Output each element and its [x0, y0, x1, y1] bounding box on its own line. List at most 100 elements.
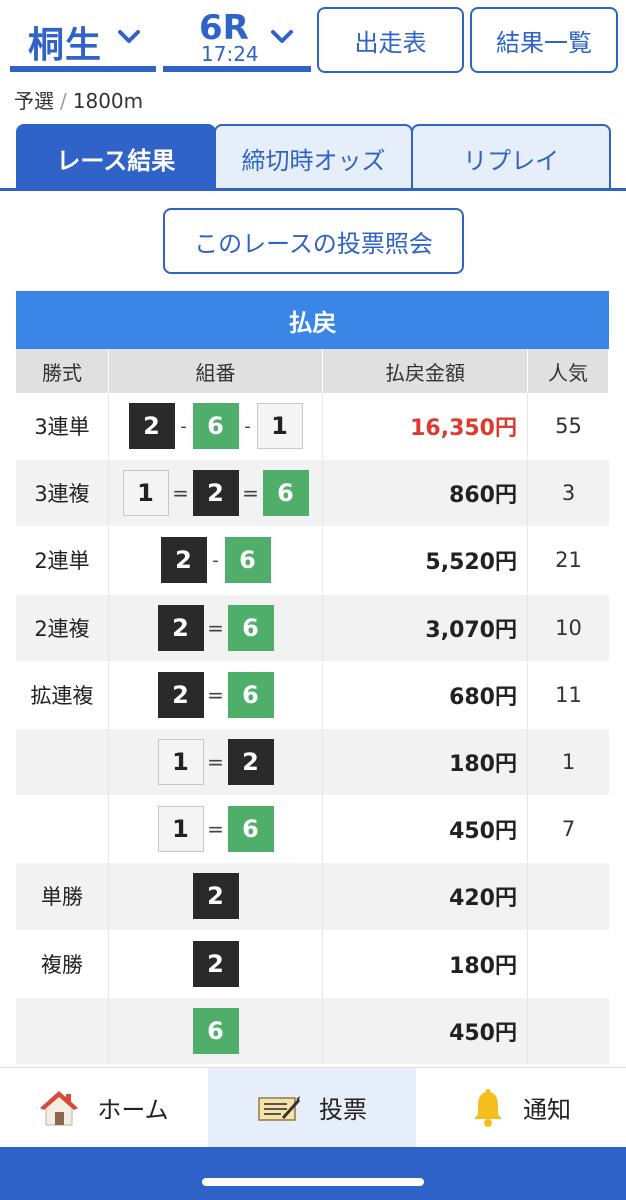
boat-number-badge: 6 — [227, 604, 274, 651]
nav-home[interactable]: ホーム — [0, 1068, 208, 1147]
header-payout-amount: 払戻金額 — [323, 349, 528, 393]
race-info-separator: / — [60, 89, 67, 113]
boat-number-badge: 6 — [262, 470, 309, 517]
nav-vote[interactable]: 投票 — [208, 1068, 416, 1147]
payout-amount-cell: 420円 — [323, 863, 528, 930]
house-icon — [40, 1090, 79, 1125]
boat-number-badge: 2 — [227, 739, 274, 786]
popularity-cell — [528, 998, 609, 1064]
bet-type-cell: 2連複 — [16, 594, 109, 661]
nav-notify-label: 通知 — [523, 1096, 571, 1124]
combination-connector: = — [207, 615, 224, 640]
payout-amount-cell: 180円 — [323, 930, 528, 997]
popularity-cell — [528, 931, 609, 997]
tab-bar: レース結果 締切時オッズ リプレイ — [16, 124, 612, 190]
combination-cell: 2-6-1 — [109, 393, 323, 460]
boat-number-badge: 6 — [227, 671, 274, 718]
boat-number-badge: 1 — [256, 403, 303, 450]
boat-number-badge: 2 — [157, 671, 204, 718]
tab-race-result[interactable]: レース結果 — [16, 124, 216, 190]
popularity-cell: 3 — [561, 481, 576, 506]
vote-inquiry-button[interactable]: このレースの投票照会 — [163, 208, 464, 274]
nav-notify[interactable]: 通知 — [416, 1068, 626, 1147]
table-row: 単勝 2 420円 — [16, 863, 609, 931]
table-row: 6 450円 — [16, 997, 609, 1065]
ticket-icon — [258, 1095, 301, 1121]
combination-connector: = — [172, 481, 189, 506]
payout-amount-cell: 680円 — [323, 661, 528, 728]
combination-connector: - — [244, 415, 251, 437]
boat-number-badge: 2 — [157, 604, 204, 651]
combination-connector: = — [242, 481, 259, 506]
combination-cell: 2-6 — [109, 527, 323, 594]
results-list-button[interactable]: 結果一覧 — [470, 7, 618, 73]
race-time: 17:24 — [201, 42, 259, 66]
boat-number-badge: 2 — [192, 873, 239, 920]
payout-amount-cell: 860円 — [323, 460, 528, 527]
payout-amount-cell: 450円 — [323, 796, 528, 863]
table-row: 3連複 1 = 2 = 6 860円 3 — [16, 460, 609, 528]
header-bet-type: 勝式 — [16, 349, 109, 393]
payout-table-title: 払戻 — [16, 291, 609, 349]
popularity-cell — [528, 863, 609, 929]
boat-number-badge: 1 — [157, 806, 204, 853]
combination-cell: 2 = 6 — [109, 661, 323, 728]
bet-type-cell — [16, 997, 109, 1064]
table-row: 拡連複 2 = 6 680円 11 — [16, 661, 609, 729]
boat-number-badge: 1 — [122, 470, 169, 517]
racecard-button[interactable]: 出走表 — [317, 7, 464, 73]
bet-type-cell: 拡連複 — [16, 661, 109, 728]
venue-selector[interactable]: 桐生 — [10, 8, 156, 72]
combination-cell: 2 — [109, 930, 323, 997]
combination-connector: = — [207, 682, 224, 707]
popularity-cell: 10 — [555, 615, 582, 640]
header-popularity: 人気 — [528, 349, 609, 393]
bet-type-cell: 2連単 — [16, 527, 109, 594]
venue-name: 桐生 — [28, 25, 103, 66]
combination-cell: 2 = 6 — [109, 594, 323, 661]
bet-type-cell: 単勝 — [16, 863, 109, 930]
payout-amount-cell: 5,520円 — [323, 527, 528, 594]
table-row: 3連単 2-6-1 16,350円 55 — [16, 393, 609, 461]
payout-amount-cell: 3,070円 — [323, 594, 528, 661]
combination-cell: 1 = 2 = 6 — [109, 460, 323, 527]
popularity-cell: 1 — [561, 750, 576, 775]
boat-number-badge: 6 — [227, 806, 274, 853]
table-row: 2連単 2-6 5,520円 21 — [16, 527, 609, 595]
boat-number-badge: 2 — [192, 940, 239, 987]
boat-number-badge: 6 — [224, 537, 271, 584]
combination-cell: 2 — [109, 863, 323, 930]
payout-amount-cell: 180円 — [323, 728, 528, 796]
table-row: 1 = 2 180円 1 — [16, 728, 609, 797]
payout-rows: 3連単 2-6-1 16,350円 55 3連複 1 = 2 = 6 860円 3 2連単 2-6 5,52… — [16, 393, 609, 1065]
race-distance: 1800m — [72, 89, 144, 113]
popularity-cell: 55 — [555, 414, 582, 439]
payout-table: 払戻 勝式 組番 払戻金額 人気 3連単 2-6-1 16,350円 55 3連複 1 = 2… — [16, 291, 609, 1065]
combination-connector: = — [207, 817, 224, 842]
table-row: 複勝 2 180円 — [16, 930, 609, 998]
boat-number-badge: 2 — [128, 403, 175, 450]
payout-table-header: 勝式 組番 払戻金額 人気 — [16, 349, 609, 393]
boat-number-badge: 6 — [192, 403, 239, 450]
combination-cell: 1 = 2 — [109, 728, 323, 796]
popularity-cell: 21 — [555, 548, 582, 573]
boat-number-badge: 2 — [192, 470, 239, 517]
table-row: 1 = 6 450円 7 — [16, 796, 609, 864]
bell-icon — [474, 1088, 502, 1127]
header-combination: 組番 — [109, 349, 323, 393]
race-selector[interactable]: 6R 17:24 — [163, 8, 311, 72]
chevron-down-icon — [271, 30, 293, 43]
combination-connector: - — [212, 549, 219, 571]
boat-number-badge: 1 — [157, 739, 204, 786]
home-indicator[interactable] — [202, 1178, 424, 1186]
bottom-blue-bar — [0, 1147, 626, 1200]
tab-closing-odds[interactable]: 締切時オッズ — [213, 124, 414, 190]
combination-cell: 1 = 6 — [109, 796, 323, 863]
nav-vote-label: 投票 — [319, 1096, 367, 1124]
bet-type-cell: 3連単 — [16, 393, 109, 460]
combination-connector: - — [180, 415, 187, 437]
tab-replay[interactable]: リプレイ — [411, 124, 612, 190]
popularity-cell: 11 — [555, 682, 582, 707]
bet-type-cell — [16, 796, 109, 863]
popularity-cell: 7 — [561, 817, 576, 842]
